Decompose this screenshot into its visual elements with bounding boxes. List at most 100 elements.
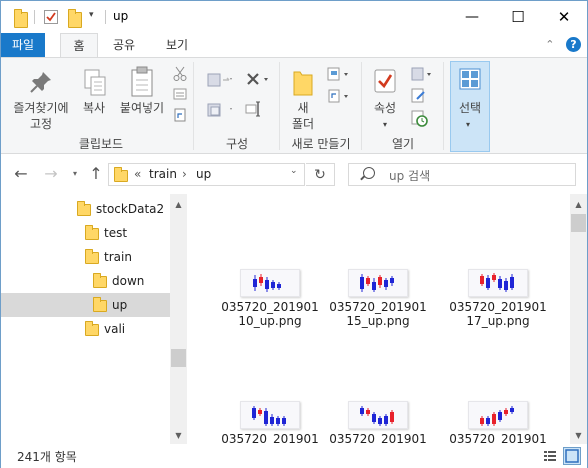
file-item[interactable]: 035720_201901 bbox=[323, 401, 433, 444]
customize-quick-access-icon[interactable]: ▾ bbox=[89, 10, 94, 26]
candlestick-thumbnail bbox=[480, 406, 514, 426]
file-name-line2: 15_up.png bbox=[346, 314, 410, 328]
divider bbox=[34, 10, 35, 24]
copy-icon bbox=[83, 68, 107, 101]
up-arrow-icon[interactable]: ↑ bbox=[86, 164, 106, 184]
copy-button[interactable]: 복사 bbox=[77, 100, 111, 116]
breadcrumb-train[interactable]: train bbox=[149, 167, 177, 181]
tree-item-train[interactable]: train bbox=[1, 245, 170, 269]
file-name-line1: 035720_201901 bbox=[449, 432, 547, 444]
properties-dropdown-icon[interactable]: ▾ bbox=[383, 120, 387, 129]
select-label: 선택 bbox=[458, 101, 482, 115]
file-item[interactable]: 035720_201901 bbox=[443, 401, 553, 444]
file-list: 035720_201901 10_up.png 035720_201901 15… bbox=[191, 194, 569, 444]
pin-to-quick-access-button[interactable]: 즐겨찾기에 고정 bbox=[7, 100, 75, 132]
tree-item-vali[interactable]: vali bbox=[1, 317, 170, 341]
new-folder-label-line1: 새 bbox=[297, 101, 309, 115]
select-dropdown-icon: ▾ bbox=[466, 120, 471, 129]
tree-item-down[interactable]: down bbox=[1, 269, 170, 293]
move-to-icon[interactable] bbox=[207, 72, 233, 91]
divider bbox=[105, 10, 106, 24]
scroll-thumb[interactable] bbox=[171, 349, 186, 367]
copy-to-icon[interactable] bbox=[207, 102, 233, 121]
breadcrumb-up[interactable]: up bbox=[196, 167, 211, 181]
collapse-ribbon-icon[interactable]: ⌃ bbox=[545, 38, 554, 51]
delete-icon[interactable] bbox=[245, 71, 271, 90]
scroll-down-icon[interactable]: ▼ bbox=[570, 427, 587, 444]
tab-home[interactable]: 홈 bbox=[60, 33, 98, 58]
paste-button[interactable]: 붙여넣기 bbox=[115, 100, 169, 116]
refresh-button[interactable]: ↻ bbox=[306, 163, 335, 186]
ribbon-controls: ⌃ ? bbox=[545, 37, 581, 52]
open-icon[interactable] bbox=[411, 66, 433, 85]
details-view-button[interactable] bbox=[541, 447, 559, 465]
address-dropdown-icon[interactable]: ⌄ bbox=[290, 166, 298, 176]
scroll-thumb[interactable] bbox=[571, 214, 586, 232]
large-icons-view-button[interactable] bbox=[563, 447, 581, 465]
help-icon[interactable]: ? bbox=[566, 37, 581, 52]
address-bar[interactable]: « train › up ⌄ bbox=[108, 163, 305, 186]
new-item-icon[interactable] bbox=[327, 66, 351, 85]
file-thumbnail bbox=[240, 269, 300, 297]
close-button[interactable]: ✕ bbox=[541, 1, 587, 33]
details-view-icon bbox=[544, 451, 556, 461]
scroll-up-icon[interactable]: ▲ bbox=[170, 196, 187, 213]
tree-item-stockdata2[interactable]: stockData2 bbox=[1, 197, 170, 221]
file-item[interactable]: 035720_201901 17_up.png bbox=[443, 269, 553, 328]
content-scrollbar[interactable]: ▲ ▼ bbox=[570, 194, 587, 444]
cut-icon[interactable] bbox=[173, 66, 187, 85]
status-bar: 241개 항목 bbox=[1, 444, 587, 468]
scroll-up-icon[interactable]: ▲ bbox=[570, 196, 587, 213]
candlestick-thumbnail bbox=[360, 406, 394, 426]
history-icon[interactable] bbox=[411, 110, 429, 131]
explorer-window: ▾ up — ☐ ✕ 파일 홈 공유 보기 ⌃ ? 즐겨찾기에 고정 복사 붙여… bbox=[0, 0, 588, 468]
clipboard-group-label: 클립보드 bbox=[78, 137, 124, 151]
tab-file[interactable]: 파일 bbox=[1, 33, 45, 57]
file-name-line2: 17_up.png bbox=[466, 314, 530, 328]
group-divider bbox=[443, 62, 444, 150]
item-count: 241개 항목 bbox=[17, 450, 77, 464]
tree-item-test[interactable]: test bbox=[1, 221, 170, 245]
rename-icon[interactable] bbox=[245, 100, 261, 121]
group-divider bbox=[361, 62, 362, 150]
group-divider bbox=[193, 62, 194, 150]
file-item[interactable]: 035720_201901 10_up.png bbox=[215, 269, 325, 328]
minimize-button[interactable]: — bbox=[449, 1, 495, 33]
file-item[interactable]: 035720_201901 bbox=[215, 401, 325, 444]
tab-share[interactable]: 공유 bbox=[104, 33, 144, 57]
new-folder-button[interactable]: 새 폴더 bbox=[283, 100, 323, 132]
tab-view[interactable]: 보기 bbox=[156, 33, 198, 57]
folder-icon bbox=[114, 167, 128, 182]
file-thumbnail bbox=[348, 401, 408, 429]
file-thumbnail bbox=[468, 269, 528, 297]
candlestick-thumbnail bbox=[253, 274, 281, 292]
nav-pane-scrollbar[interactable]: ▲ ▼ bbox=[170, 194, 187, 444]
search-box[interactable]: up 검색 bbox=[348, 163, 576, 186]
file-name-line1: 035720_201901 bbox=[329, 300, 427, 314]
properties-check-icon[interactable] bbox=[43, 9, 59, 25]
properties-button[interactable]: 속성 bbox=[367, 100, 403, 116]
address-overflow[interactable]: « bbox=[134, 167, 141, 181]
new-folder-quick-icon[interactable] bbox=[68, 9, 82, 28]
back-arrow-icon[interactable]: ← bbox=[11, 164, 31, 184]
copy-path-icon[interactable] bbox=[173, 88, 187, 103]
ribbon-tabs: 파일 홈 공유 보기 ⌃ ? bbox=[1, 33, 587, 58]
recent-locations-icon[interactable]: ▾ bbox=[65, 164, 85, 184]
search-icon bbox=[363, 167, 375, 179]
paste-shortcut-icon[interactable] bbox=[173, 108, 187, 125]
easy-access-icon[interactable] bbox=[327, 88, 351, 107]
forward-arrow-icon[interactable]: → bbox=[41, 164, 61, 184]
tree-item-up[interactable]: up bbox=[1, 293, 170, 317]
edit-icon[interactable] bbox=[411, 88, 427, 107]
new-folder-label-line2: 폴더 bbox=[291, 117, 315, 131]
folder-icon bbox=[85, 249, 99, 264]
maximize-button[interactable]: ☐ bbox=[495, 1, 541, 33]
scroll-down-icon[interactable]: ▼ bbox=[170, 427, 187, 444]
tree-item-label: up bbox=[112, 298, 128, 312]
large-icons-view-icon bbox=[565, 449, 579, 463]
select-button[interactable]: 선택 ▾ bbox=[450, 61, 490, 152]
file-item[interactable]: 035720_201901 15_up.png bbox=[323, 269, 433, 328]
properties-icon bbox=[373, 68, 397, 97]
folder-icon bbox=[93, 273, 107, 288]
breadcrumb-separator[interactable]: › bbox=[182, 167, 187, 181]
